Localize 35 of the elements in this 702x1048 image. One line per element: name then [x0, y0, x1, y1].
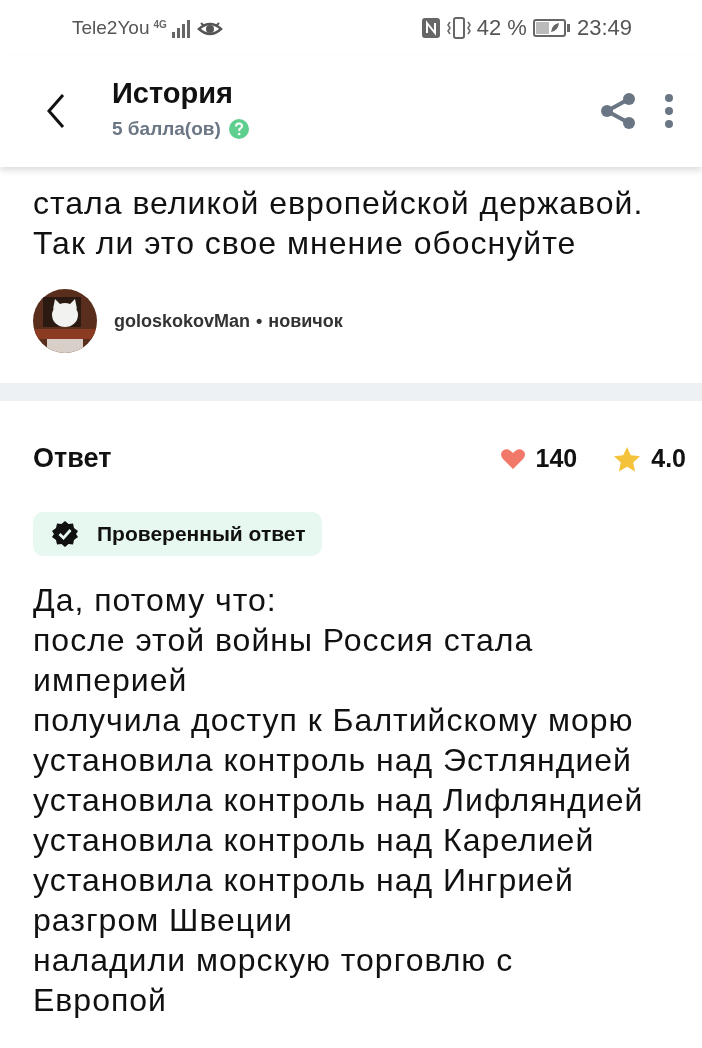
separator-dot: • — [256, 310, 263, 332]
verified-icon — [51, 520, 79, 548]
answer-text: наладили морскую торговлю с Европой — [33, 941, 515, 1020]
answer-text: установила контроль над Карелией — [33, 821, 596, 860]
battery-percent: 42 % — [476, 14, 527, 41]
answer-text: установила контроль над Лифляндией — [33, 781, 645, 820]
rating-value: 4.0 — [651, 444, 686, 473]
question-text: стала великой европейской державой. — [33, 184, 645, 223]
answer-text: разгром Швеции — [33, 901, 294, 940]
vibrate-icon — [446, 16, 471, 39]
more-button[interactable] — [664, 93, 674, 129]
answer-text: Да, потому что: — [33, 581, 278, 620]
likes-count: 140 — [535, 444, 578, 473]
network-type: 4G — [153, 18, 167, 30]
more-icon — [664, 93, 674, 129]
question-text: Так ли это свое мнение обоснуйте — [33, 224, 578, 263]
badge-label: Проверенный ответ — [97, 522, 306, 546]
answer-text: получила доступ к Балтийскому морю — [33, 701, 635, 740]
answer-text: установила контроль над Эстляндией — [33, 741, 633, 780]
help-icon — [228, 118, 249, 139]
answer-heading: Ответ — [33, 443, 112, 474]
star-icon — [613, 445, 642, 472]
points-label: 5 балла(ов) — [112, 117, 221, 140]
signal-icon — [170, 17, 193, 38]
share-button[interactable] — [600, 92, 636, 130]
page-title: История — [112, 76, 234, 110]
share-icon — [600, 92, 636, 130]
carrier-name: Tele2You — [72, 16, 150, 39]
heart-icon — [499, 447, 526, 470]
battery-icon — [532, 17, 571, 38]
answer-text: установила контроль над Ингрией — [33, 861, 575, 900]
nfc-icon — [420, 16, 441, 39]
author-rank: новичок — [268, 310, 343, 332]
clock-time: 23:49 — [576, 14, 632, 41]
author-name: goloskokovMan — [114, 310, 251, 332]
